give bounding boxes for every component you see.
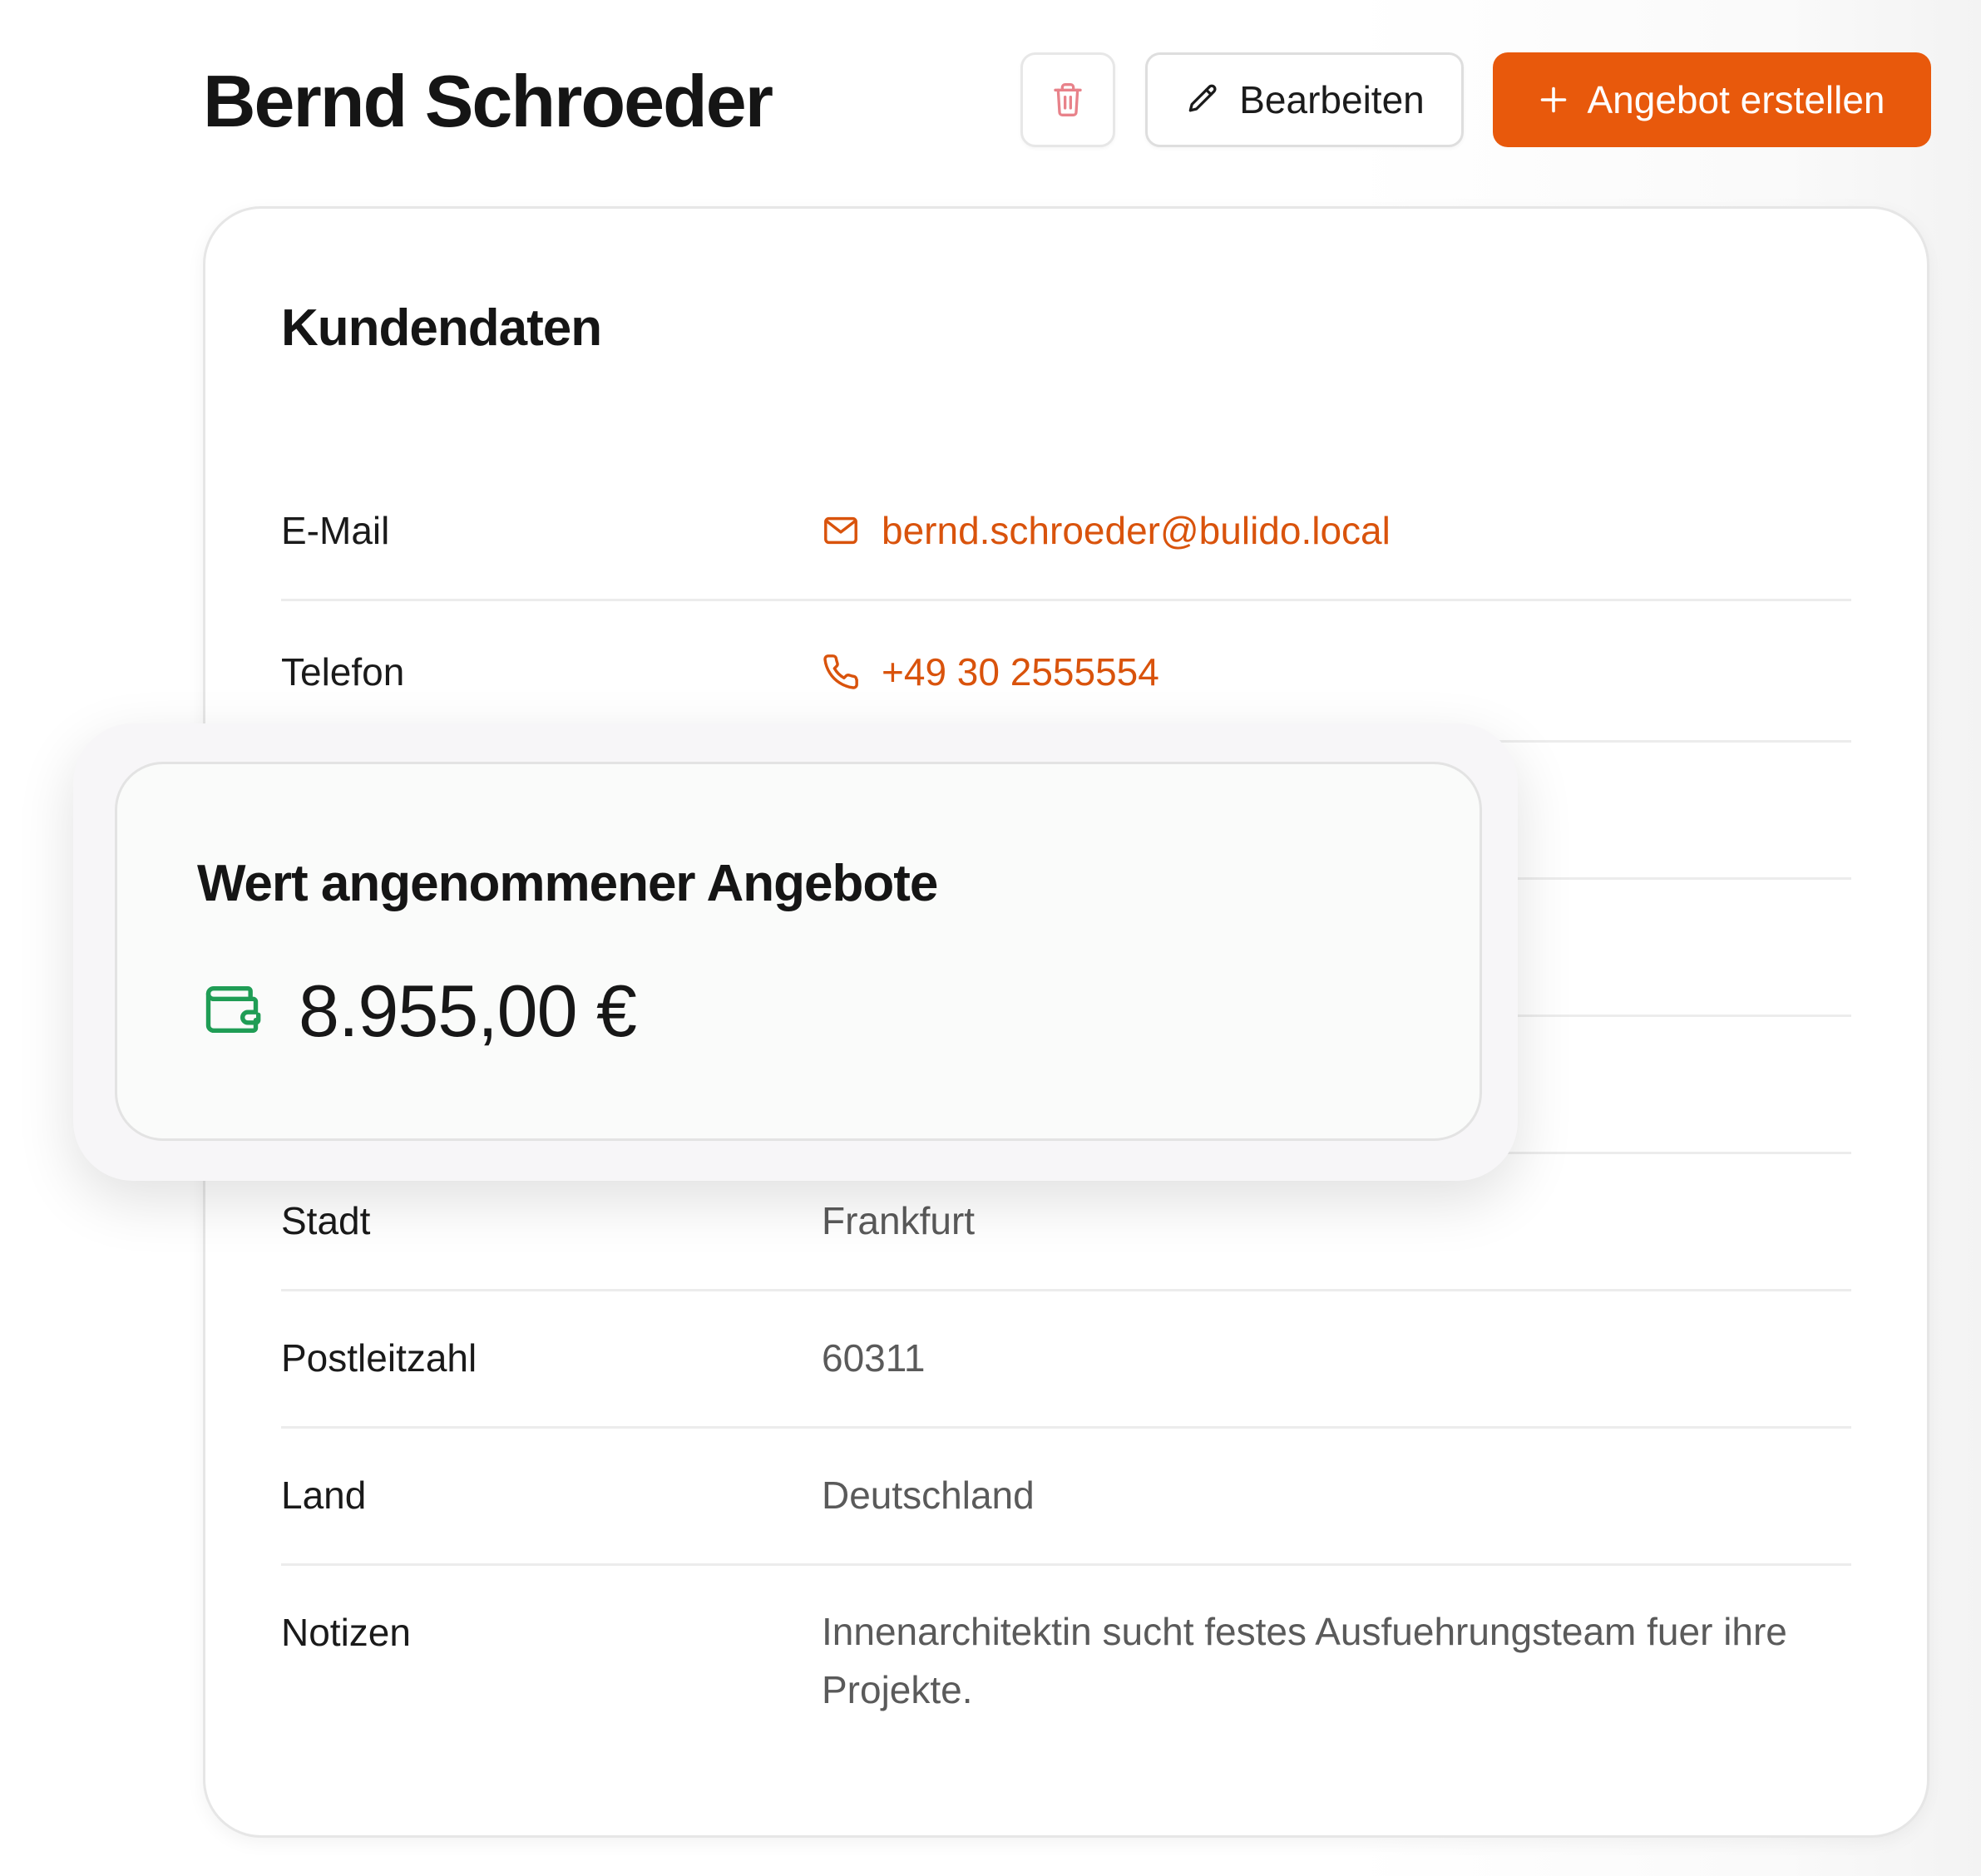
page-title: Bernd Schroeder xyxy=(203,60,773,142)
wallet-icon xyxy=(200,978,264,1045)
city-value: Frankfurt xyxy=(822,1199,976,1242)
accepted-offers-title: Wert angenommener Angebote xyxy=(197,855,938,912)
phone-value: +49 30 2555554 xyxy=(882,650,1159,694)
country-value: Deutschland xyxy=(822,1474,1035,1517)
notes-label: Notizen xyxy=(281,1611,411,1654)
accepted-offers-value-group: 8.955,00 € xyxy=(200,965,637,1057)
country-label: Land xyxy=(281,1474,367,1517)
phone-link[interactable]: +49 30 2555554 xyxy=(822,647,1159,697)
customer-detail-page: Bernd Schroeder Bearbeiten Angebot erste… xyxy=(0,0,1981,1876)
email-row: E-Mail bernd.schroeder@bulido.local xyxy=(281,464,1851,601)
postal-code-label: Postleitzahl xyxy=(281,1336,477,1380)
phone-label: Telefon xyxy=(281,650,405,694)
create-offer-button[interactable]: Angebot erstellen xyxy=(1493,52,1931,147)
email-link[interactable]: bernd.schroeder@bulido.local xyxy=(822,506,1391,555)
trash-icon xyxy=(1051,81,1084,118)
accepted-offers-card: Wert angenommener Angebote 8.955,00 € xyxy=(115,762,1482,1141)
phone-row: Telefon +49 30 2555554 xyxy=(281,605,1851,743)
pencil-icon xyxy=(1184,81,1221,118)
customer-data-title: Kundendaten xyxy=(281,299,602,357)
delete-button[interactable] xyxy=(1020,52,1115,147)
notes-row: Notizen Innenarchitektin sucht festes Au… xyxy=(281,1566,1851,1732)
accepted-offers-popover: Wert angenommener Angebote 8.955,00 € xyxy=(73,723,1518,1181)
email-label: E-Mail xyxy=(281,509,390,552)
country-row: Land Deutschland xyxy=(281,1429,1851,1566)
plus-icon xyxy=(1539,85,1568,115)
city-label: Stadt xyxy=(281,1199,371,1242)
postal-code-value: 60311 xyxy=(822,1336,926,1380)
phone-icon xyxy=(822,653,860,691)
accepted-offers-value: 8.955,00 € xyxy=(299,970,637,1052)
edit-button-label: Bearbeiten xyxy=(1239,78,1425,121)
email-value: bernd.schroeder@bulido.local xyxy=(882,509,1391,552)
edit-button[interactable]: Bearbeiten xyxy=(1145,52,1464,147)
mail-icon xyxy=(822,511,860,550)
notes-value: Innenarchitektin sucht festes Ausfuehrun… xyxy=(822,1610,1787,1711)
create-offer-label: Angebot erstellen xyxy=(1587,78,1885,121)
postal-code-row: Postleitzahl 60311 xyxy=(281,1291,1851,1429)
